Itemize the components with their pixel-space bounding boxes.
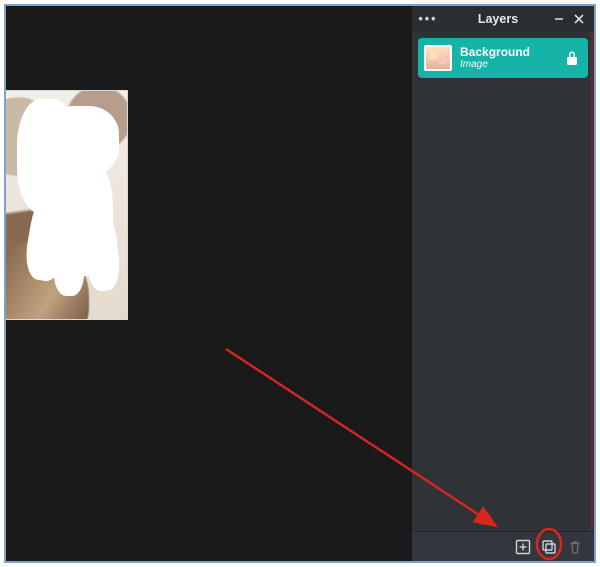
panel-scroll-edge	[590, 32, 594, 531]
canvas-image[interactable]	[4, 90, 128, 320]
layer-row-background[interactable]: Background Image	[418, 38, 588, 78]
add-layer-button[interactable]	[514, 538, 532, 556]
panel-title: Layers	[444, 12, 552, 26]
layers-panel: ••• Layers Background Image	[412, 6, 594, 561]
layer-name: Background	[460, 46, 564, 59]
delete-layer-icon	[567, 539, 583, 555]
panel-minimize-button[interactable]	[552, 12, 566, 26]
layer-type: Image	[460, 59, 564, 70]
x-icon	[573, 13, 585, 25]
layer-text: Background Image	[460, 46, 564, 70]
minus-icon	[553, 13, 565, 25]
panel-close-button[interactable]	[572, 12, 586, 26]
delete-layer-button[interactable]	[566, 538, 584, 556]
layers-panel-header: ••• Layers	[412, 6, 594, 32]
duplicate-layer-icon	[541, 539, 557, 555]
panel-menu-button[interactable]: •••	[412, 12, 444, 26]
duplicate-layer-button[interactable]	[540, 538, 558, 556]
lock-icon[interactable]	[564, 50, 580, 66]
canvas-area[interactable]	[6, 6, 412, 561]
add-layer-icon	[515, 539, 531, 555]
layers-panel-footer	[412, 531, 594, 561]
layers-list-empty	[412, 78, 594, 531]
layer-thumbnail	[424, 45, 452, 71]
app-frame: ••• Layers Background Image	[4, 4, 596, 563]
